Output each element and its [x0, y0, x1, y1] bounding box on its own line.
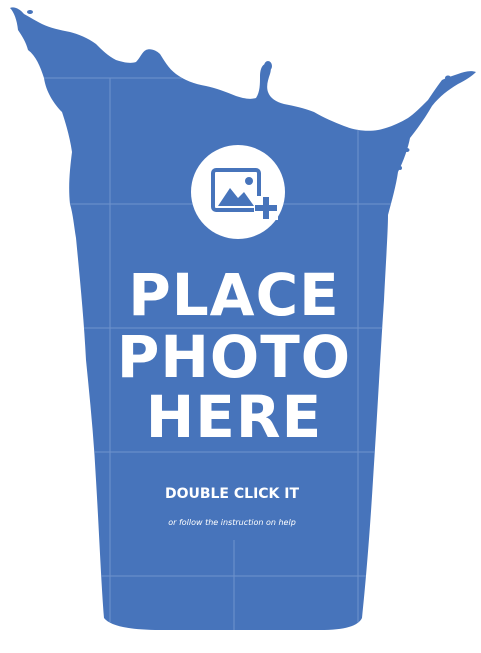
headline-line-3: HERE	[146, 383, 322, 451]
headline-line-2: PHOTO	[117, 323, 351, 391]
headline-line-1: PLACE	[128, 261, 340, 329]
splash-droplet	[27, 10, 33, 14]
double-click-instruction: DOUBLE CLICK IT	[165, 486, 300, 502]
splash-droplet	[404, 148, 410, 152]
splash-droplet	[398, 166, 402, 170]
splash-cup-shape-graphic: PLACE PHOTO HERE DOUBLE CLICK IT or foll…	[10, 7, 476, 631]
splash-droplet	[445, 75, 451, 81]
help-hint: or follow the instruction on help	[168, 518, 296, 527]
splash-droplet	[264, 61, 272, 71]
photo-placeholder-canvas: PLACE PHOTO HERE DOUBLE CLICK IT or foll…	[0, 0, 481, 653]
add-photo-icon[interactable]	[191, 145, 285, 239]
